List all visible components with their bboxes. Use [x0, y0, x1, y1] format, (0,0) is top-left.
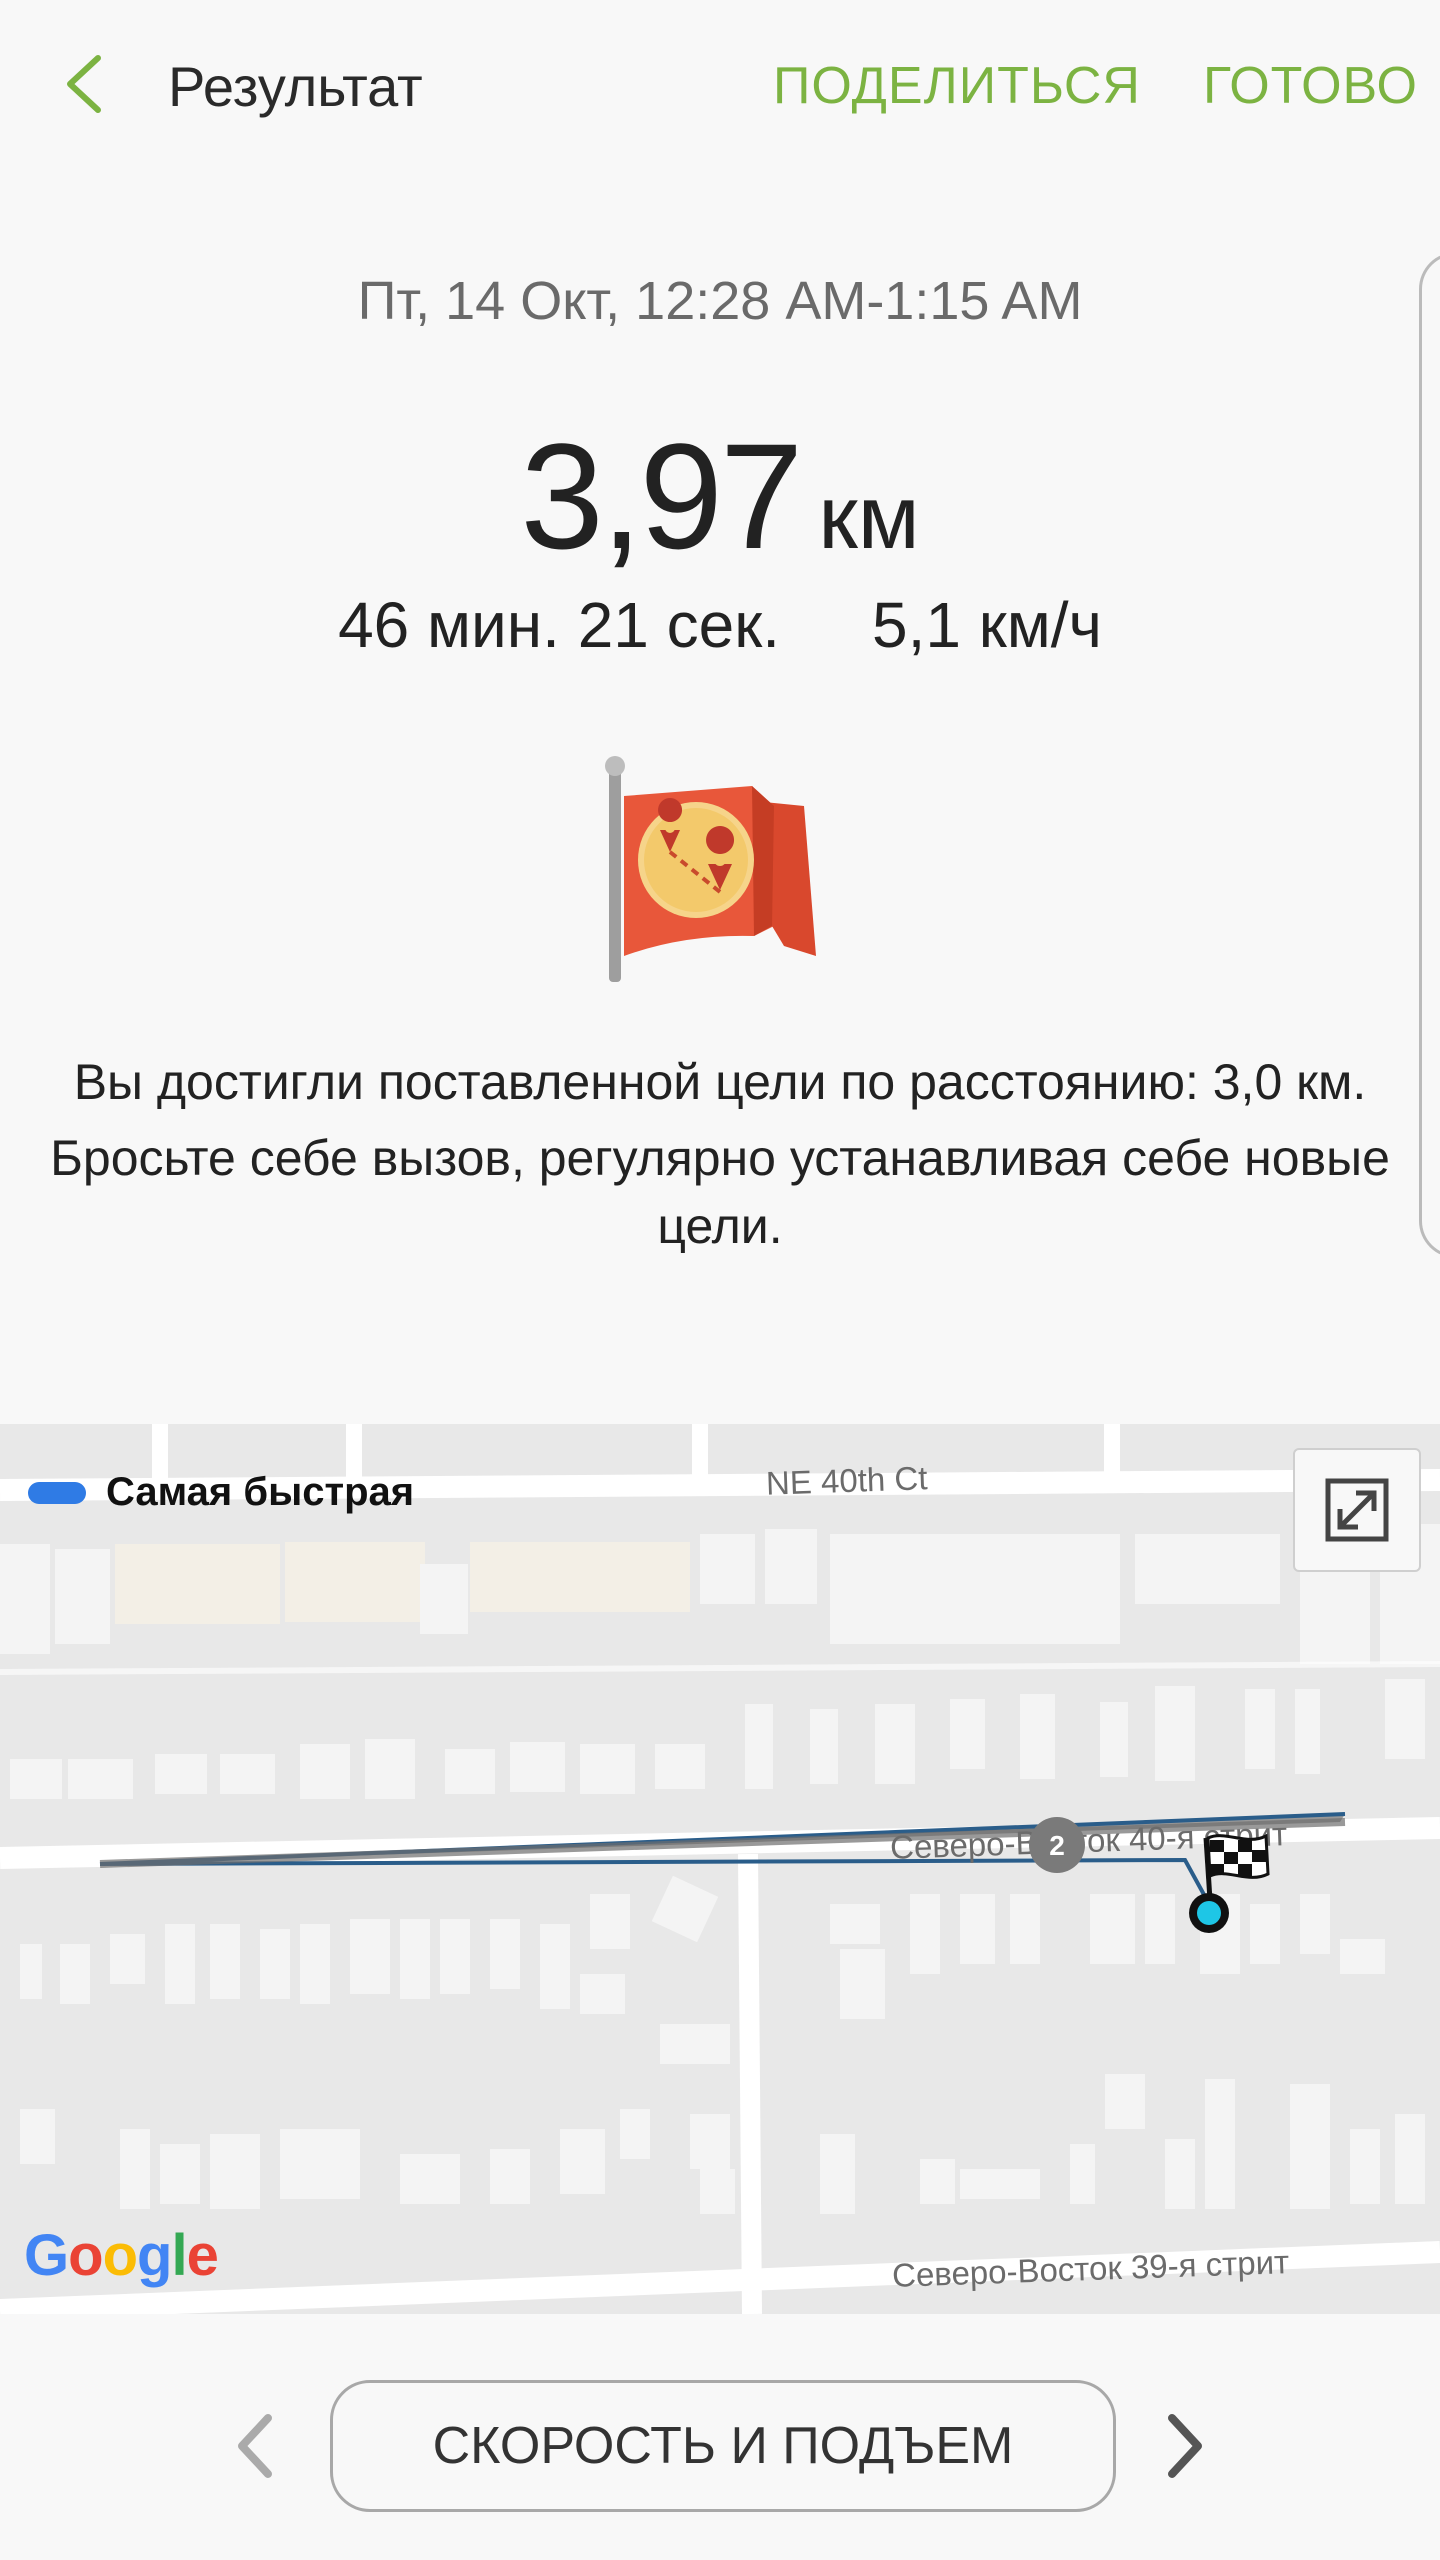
distance-unit: км — [818, 468, 920, 568]
start-marker-icon — [1189, 1893, 1229, 1933]
edge-panel-handle[interactable] — [1419, 252, 1440, 1258]
street-label-top: NE 40th Ct — [765, 1459, 929, 1502]
date-range: Пт, 14 Окт, 12:28 AM-1:15 AM — [357, 271, 1083, 331]
bottom-navigation: СКОРОСТЬ И ПОДЪЕМ — [0, 2314, 1440, 2560]
page-title: Результат — [168, 55, 423, 118]
speed-elevation-button[interactable]: СКОРОСТЬ И ПОДЪЕМ — [330, 2380, 1116, 2512]
result-screen: Результат ПОДЕЛИТЬСЯ ГОТОВО Пт, 14 Окт, … — [0, 0, 1440, 2560]
route-map[interactable]: Самая быстрая NE 40th Ct Северо-Восток 4… — [0, 1424, 1440, 2314]
goal-achieved-text: Вы достигли поставленной цели по расстоя… — [73, 1054, 1367, 1110]
distance-value: 3,97 — [520, 412, 803, 580]
distance: 3,97 км — [0, 410, 1440, 583]
expand-icon — [1325, 1478, 1389, 1542]
expand-map-button[interactable] — [1293, 1448, 1421, 1572]
chevron-left-icon — [238, 2414, 272, 2478]
lap-marker[interactable]: 2 — [1028, 1816, 1086, 1874]
legend-swatch — [28, 1481, 86, 1504]
done-button[interactable]: ГОТОВО — [1203, 56, 1418, 116]
goal-flag-icon — [605, 756, 816, 982]
lap-marker-label: 2 — [1049, 1830, 1065, 1861]
stats-row: 46 мин. 21 сек. 5,1 км/ч — [0, 588, 1440, 662]
goal-message: Вы достигли поставленной цели по расстоя… — [40, 1048, 1400, 1260]
goal-challenge-text: Бросьте себе вызов, регулярно устанавлив… — [50, 1130, 1390, 1254]
chevron-left-icon — [67, 55, 101, 113]
route-legend: Самая быстрая — [28, 1470, 414, 1515]
google-logo: Google — [24, 2223, 219, 2288]
previous-button[interactable] — [226, 2406, 286, 2486]
share-button[interactable]: ПОДЕЛИТЬСЯ — [773, 56, 1141, 116]
chevron-right-icon — [1168, 2414, 1202, 2478]
next-button[interactable] — [1154, 2406, 1214, 2486]
workout-summary: Пт, 14 Окт, 12:28 AM-1:15 AM 3,97 км 46 м… — [0, 270, 1440, 661]
back-button[interactable] — [52, 44, 122, 124]
legend-label: Самая быстрая — [106, 1470, 415, 1514]
app-header: Результат ПОДЕЛИТЬСЯ ГОТОВО — [0, 0, 1440, 170]
average-speed: 5,1 км/ч — [872, 589, 1102, 661]
duration: 46 мин. 21 сек. — [338, 589, 781, 661]
